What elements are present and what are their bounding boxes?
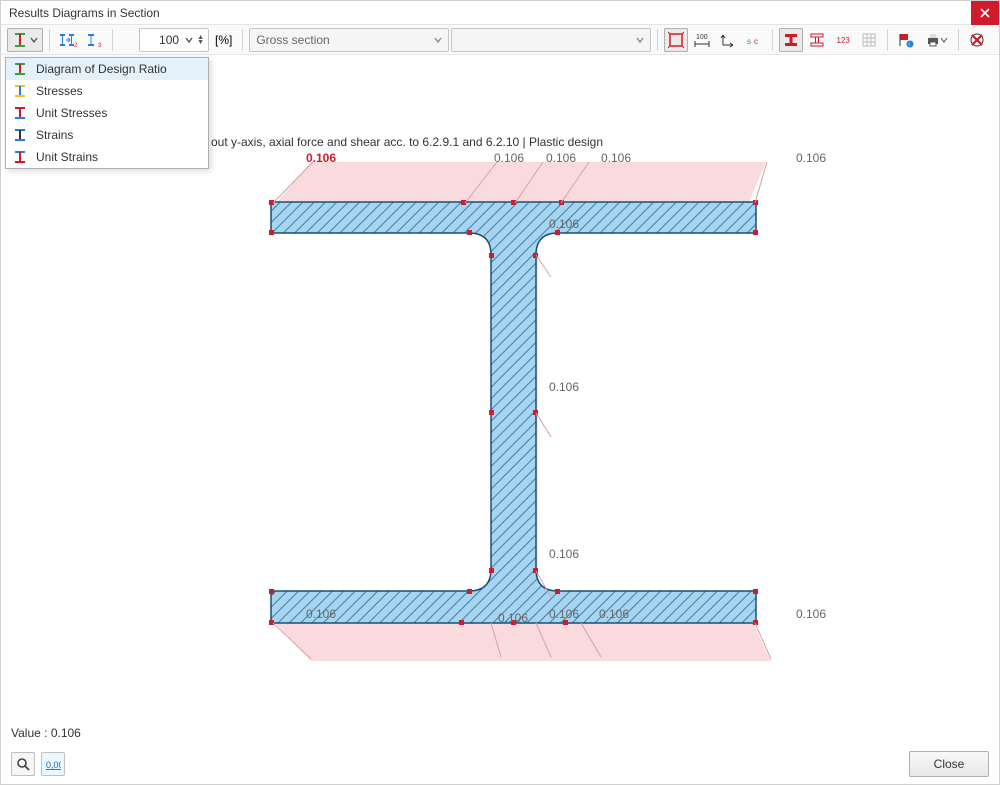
value-label: 0.106 — [549, 380, 579, 394]
dropdown-item-unit-strains[interactable]: Unit Strains — [6, 146, 208, 168]
dropdown-item-design-ratio[interactable]: Diagram of Design Ratio — [6, 58, 208, 80]
delete-x-icon — [969, 32, 985, 48]
status-label: Value : — [11, 726, 47, 740]
dropdown-item-strains[interactable]: Strains — [6, 124, 208, 146]
window-title: Results Diagrams in Section — [9, 6, 160, 20]
dropdown-item-label: Unit Stresses — [36, 106, 107, 120]
delete-results-button[interactable] — [965, 28, 989, 52]
value-label: 0.106 — [601, 151, 631, 165]
chevron-down-icon — [30, 36, 38, 44]
show-i-section-outline-button[interactable] — [805, 28, 829, 52]
diagram-type-split-button[interactable] — [7, 28, 43, 52]
values-123-icon: 123 — [835, 32, 851, 48]
toolbar-separator — [49, 29, 50, 51]
status-value: 0.106 — [51, 726, 81, 740]
strains-icon — [12, 127, 28, 143]
zoom-combo[interactable]: 100 ▲▼ — [139, 28, 209, 52]
i-section-outline-icon — [809, 32, 825, 48]
dropdown-item-label: Unit Strains — [36, 150, 98, 164]
unit-stresses-icon — [12, 105, 28, 121]
value-label: 0.106 — [494, 151, 524, 165]
svg-text:123: 123 — [837, 36, 851, 45]
toolbar: 2 3 100 ▲▼ [%] Gross section 100 — [1, 25, 999, 55]
dropdown-item-unit-stresses[interactable]: Unit Stresses — [6, 102, 208, 124]
section-type-value: Gross section — [256, 33, 428, 47]
show-grid-button[interactable] — [857, 28, 881, 52]
value-label: 0.106 — [796, 607, 826, 621]
toolbar-separator — [657, 29, 658, 51]
view-bounds-button[interactable] — [664, 28, 688, 52]
search-value-button[interactable] — [11, 752, 35, 776]
zoom-spinner[interactable]: ▲▼ — [197, 35, 204, 45]
close-icon — [980, 8, 990, 18]
value-label: 0.106 — [796, 151, 826, 165]
print-split-button[interactable] — [920, 28, 952, 52]
status-bar: Value : 0.106 — [1, 722, 91, 744]
view-axes-button[interactable] — [716, 28, 740, 52]
display-settings-button[interactable]: i — [894, 28, 918, 52]
unit-strains-icon — [12, 149, 28, 165]
toolbar-beam2-button[interactable]: 2 — [56, 28, 80, 52]
view-dimensions-button[interactable]: 100 — [690, 28, 714, 52]
chevron-down-icon — [434, 36, 442, 44]
svg-text:c: c — [754, 37, 758, 46]
grid-icon — [861, 32, 877, 48]
flag-info-icon: i — [898, 32, 914, 48]
diagram-ratio-icon — [12, 32, 28, 48]
secondary-combo[interactable] — [451, 28, 651, 52]
svg-text:100: 100 — [696, 34, 708, 41]
dimension-icon: 100 — [694, 32, 710, 48]
decimal-icon: 0,00 — [45, 757, 61, 771]
value-label: 0.106 — [549, 217, 579, 231]
value-label: 0.106 — [549, 607, 579, 621]
toolbar-separator — [112, 29, 113, 51]
view-stress-points-button[interactable]: sc — [742, 28, 766, 52]
beam3-icon: 3 — [85, 32, 103, 48]
close-button[interactable]: Close — [909, 751, 989, 777]
bottom-bar: 0,00 Close — [1, 744, 999, 784]
i-section-filled-icon — [783, 32, 799, 48]
dropdown-item-label: Diagram of Design Ratio — [36, 62, 167, 76]
value-label: 0.106 — [549, 547, 579, 561]
stresses-icon — [12, 83, 28, 99]
svg-text:s: s — [747, 37, 751, 46]
dropdown-item-label: Strains — [36, 128, 73, 142]
show-values-button[interactable]: 123 — [831, 28, 855, 52]
chevron-down-icon[interactable] — [185, 36, 193, 44]
toolbar-separator — [958, 29, 959, 51]
toolbar-beam3-button[interactable]: 3 — [82, 28, 106, 52]
svg-text:0,00: 0,00 — [46, 760, 61, 770]
value-label: 0.106 — [498, 611, 528, 625]
toolbar-separator — [772, 29, 773, 51]
svg-text:3: 3 — [98, 43, 102, 48]
magnifier-icon — [16, 757, 30, 771]
section-type-combo[interactable]: Gross section — [249, 28, 449, 52]
svg-text:2: 2 — [74, 43, 77, 48]
dropdown-item-stresses[interactable]: Stresses — [6, 80, 208, 102]
close-button-label: Close — [934, 757, 965, 771]
beam2-icon: 2 — [59, 32, 77, 48]
window-close-button[interactable] — [971, 1, 999, 25]
show-i-section-button[interactable] — [779, 28, 803, 52]
value-label: 0.106 — [546, 151, 576, 165]
titlebar: Results Diagrams in Section — [1, 1, 999, 25]
decimal-format-button[interactable]: 0,00 — [41, 752, 65, 776]
diagram-type-dropdown[interactable]: Diagram of Design Ratio Stresses Unit St… — [5, 57, 209, 169]
value-label: 0.106 — [599, 607, 629, 621]
zoom-unit: [%] — [211, 33, 236, 47]
toolbar-separator — [242, 29, 243, 51]
dropdown-item-label: Stresses — [36, 84, 83, 98]
toolbar-separator — [887, 29, 888, 51]
value-label: 0.106 — [306, 151, 336, 165]
zoom-value: 100 — [144, 33, 181, 47]
chevron-down-icon — [941, 37, 947, 43]
stress-points-icon: sc — [746, 32, 762, 48]
svg-text:i: i — [909, 42, 910, 48]
printer-icon — [925, 32, 941, 48]
chevron-down-icon — [636, 36, 644, 44]
diagram-ratio-icon — [12, 61, 28, 77]
bounds-icon — [668, 32, 684, 48]
value-label: 0.106 — [306, 607, 336, 621]
axes-icon — [720, 32, 736, 48]
